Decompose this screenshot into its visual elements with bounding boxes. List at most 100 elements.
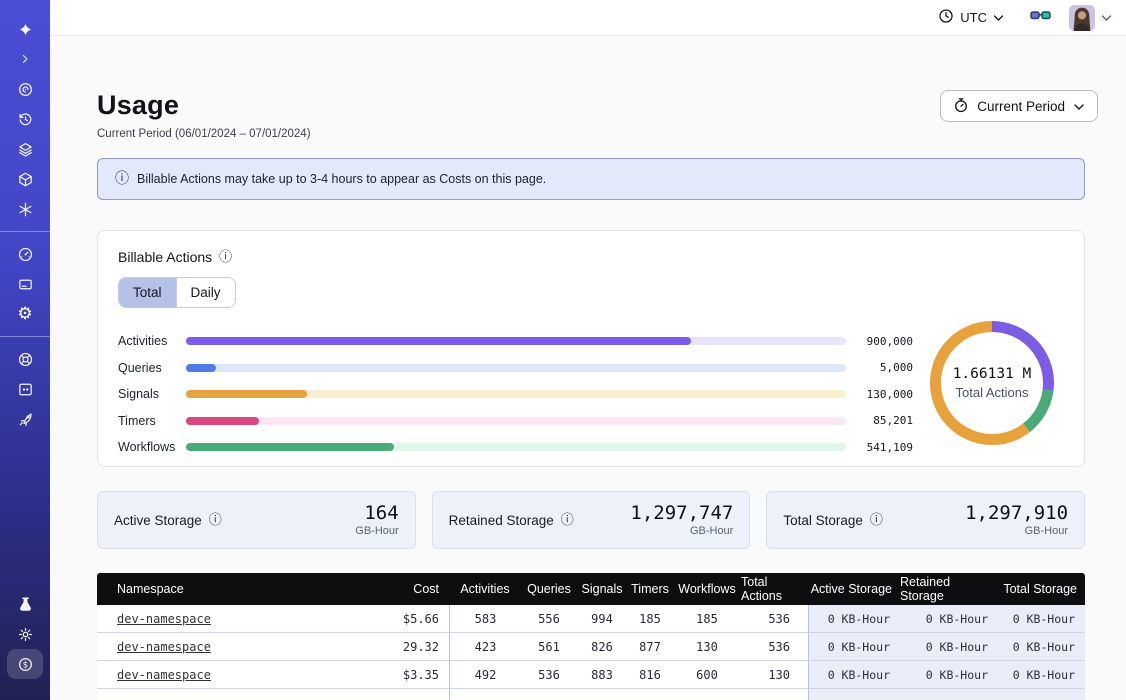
bar-value: 900,000 — [846, 335, 913, 348]
bar-row-timers: Timers85,201 — [118, 408, 913, 435]
bar-track — [186, 337, 846, 345]
info-icon[interactable]: ⓘ — [561, 514, 574, 527]
storage-unit: GB-Hour — [630, 525, 733, 537]
billable-actions-card: Billable Actions ⓘ TotalDaily Activities… — [97, 230, 1085, 467]
storage-label: Active Storage — [114, 513, 202, 528]
sidebar-divider — [0, 336, 50, 337]
table-cell: 561 — [521, 633, 577, 660]
column-header-namespace: Namespace — [97, 573, 337, 605]
bar-value: 541,109 — [846, 441, 913, 454]
namespace-link[interactable]: dev-namespace — [117, 612, 211, 626]
sidebar-item-namespaces-spiral[interactable] — [0, 74, 50, 104]
tab-total[interactable]: Total — [119, 278, 176, 307]
bar-track — [186, 443, 846, 451]
table-cell — [808, 689, 900, 700]
table-cell — [97, 689, 337, 700]
table-cell: 185 — [627, 605, 673, 632]
sidebar-item-cube[interactable] — [0, 164, 50, 194]
table-cell: 130 — [673, 633, 741, 660]
storage-card-active-storage: Active Storageⓘ164GB-Hour — [97, 491, 416, 549]
table-cell: 600 — [673, 661, 741, 688]
period-button-label: Current Period — [977, 99, 1065, 114]
table-cell: 556 — [521, 605, 577, 632]
table-cell: 130 — [741, 661, 808, 688]
user-menu[interactable] — [1069, 5, 1112, 31]
timezone-selector[interactable]: UTC — [938, 8, 1004, 27]
sidebar-item-temporal-logo[interactable] — [0, 14, 50, 44]
storage-summary-row: Active Storageⓘ164GB-HourRetained Storag… — [97, 491, 1085, 549]
namespace-link[interactable]: dev-namespace — [117, 668, 211, 682]
column-header-cost: Cost — [337, 573, 449, 605]
bar-fill — [186, 337, 691, 345]
namespace-link[interactable]: dev-namespace — [117, 640, 211, 654]
layers-icon — [17, 141, 34, 158]
bar-track — [186, 417, 846, 425]
period-selector-button[interactable]: Current Period — [940, 90, 1098, 122]
avatar — [1069, 5, 1095, 31]
storage-value: 1,297,747 — [630, 503, 733, 524]
rocket-icon — [17, 411, 34, 428]
table-cell — [577, 689, 627, 700]
sidebar-item-chevron-right[interactable] — [0, 44, 50, 74]
column-header-total-storage: Total Storage — [998, 573, 1085, 605]
billing-card-icon — [17, 276, 34, 293]
table-cell: 185 — [673, 605, 741, 632]
info-icon[interactable]: ⓘ — [870, 514, 883, 527]
bar-value: 5,000 — [846, 361, 913, 374]
sidebar-item-usage-gauge[interactable] — [0, 239, 50, 269]
table-row-partial — [97, 689, 1085, 700]
sidebar-item-nexus-asterisk[interactable] — [0, 194, 50, 224]
billable-actions-title: Billable Actions — [118, 249, 212, 265]
table-cell: 29.32 — [337, 633, 449, 660]
table-cell: 877 — [627, 633, 673, 660]
sidebar-item-support-lifebuoy[interactable] — [0, 344, 50, 374]
table-cell: 994 — [577, 605, 627, 632]
column-header-workflows: Workflows — [673, 573, 741, 605]
bar-track — [186, 364, 846, 372]
sidebar-item-labs-flask[interactable] — [0, 589, 50, 619]
column-header-total-actions: Total Actions — [741, 573, 808, 605]
sidebar-item-feedback-monitor[interactable] — [0, 374, 50, 404]
table-cell: 0 KB-Hour — [998, 605, 1085, 632]
preview-glasses-toggle[interactable] — [1030, 8, 1051, 27]
info-icon[interactable]: ⓘ — [219, 251, 232, 264]
table-cell: 0 KB-Hour — [998, 661, 1085, 688]
bar-label: Signals — [118, 387, 186, 401]
table-cell: 0 KB-Hour — [808, 605, 900, 632]
bar-label: Workflows — [118, 440, 186, 454]
column-header-retained-storage: Retained Storage — [900, 573, 998, 605]
main-content: Usage Current Period (06/01/2024 – 07/01… — [50, 36, 1126, 700]
namespace-cell: dev-namespace — [97, 661, 337, 688]
info-icon[interactable]: ⓘ — [209, 514, 222, 527]
sidebar-item-history-clock[interactable] — [0, 104, 50, 134]
clock-icon — [938, 8, 954, 27]
column-header-queries: Queries — [521, 573, 577, 605]
sidebar-item-usage-dollar[interactable]: $ — [0, 649, 50, 679]
sidebar-item-theme-sun[interactable] — [0, 619, 50, 649]
table-cell: 826 — [577, 633, 627, 660]
sidebar-divider — [0, 231, 50, 232]
chevron-down-icon — [1073, 99, 1085, 114]
sidebar-item-layers[interactable] — [0, 134, 50, 164]
temporal-logo-icon — [16, 20, 35, 39]
chevron-down-icon — [993, 10, 1004, 25]
info-icon: ⓘ — [115, 172, 129, 186]
glasses-icon — [1030, 8, 1051, 27]
bar-row-activities: Activities900,000 — [118, 328, 913, 355]
sidebar-item-billing-card[interactable] — [0, 269, 50, 299]
table-row: dev-namespace$3.354925368838166001300 KB… — [97, 661, 1085, 689]
labs-flask-icon — [17, 596, 34, 613]
svg-text:$: $ — [22, 660, 27, 670]
storage-value: 1,297,910 — [965, 503, 1068, 524]
storage-value: 164 — [355, 503, 398, 524]
bar-track — [186, 390, 846, 398]
total-actions-donut: 1.66131 M Total Actions — [930, 321, 1054, 445]
sidebar-item-rocket[interactable] — [0, 404, 50, 434]
usage-gauge-icon — [17, 246, 34, 263]
column-header-activities: Activities — [449, 573, 521, 605]
stopwatch-icon — [953, 97, 969, 116]
tab-daily[interactable]: Daily — [176, 278, 235, 307]
bar-fill — [186, 390, 307, 398]
timezone-label: UTC — [960, 10, 987, 25]
sidebar-item-settings-gear[interactable]: ⚙ — [0, 299, 50, 329]
